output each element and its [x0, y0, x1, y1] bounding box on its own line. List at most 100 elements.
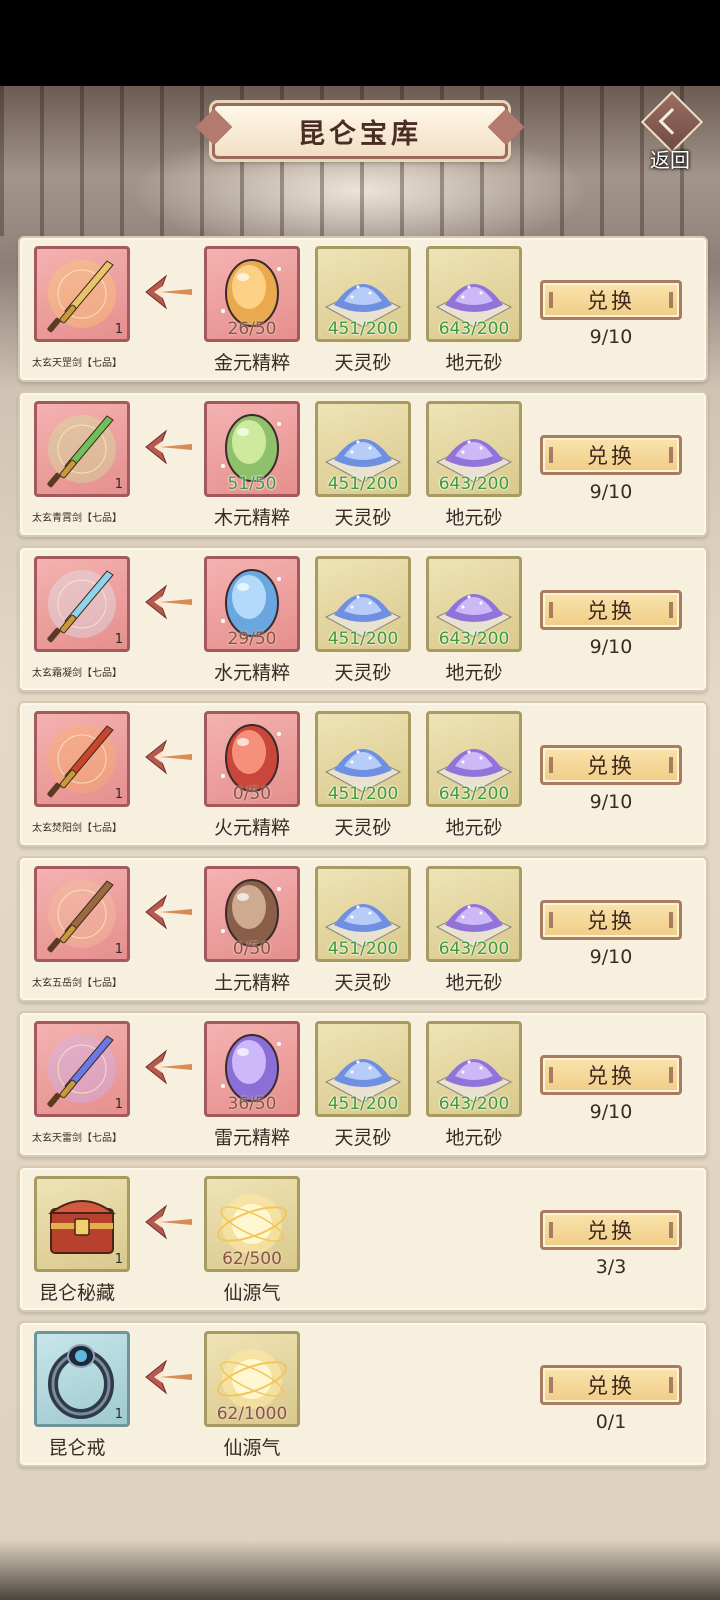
exchange-limit: 9/10	[589, 791, 633, 813]
material-slot[interactable]: 643/200	[426, 246, 522, 342]
title-plate: 昆仑宝库	[212, 103, 508, 159]
material-slot[interactable]: 0/50	[204, 866, 300, 962]
material-count: 0/50	[232, 939, 272, 959]
material-count: 451/200	[327, 784, 399, 804]
exchange-row: 1 太玄霜凝剑【七品】 29/50 水元精粹 451/200 天灵砂 643/200 地…	[18, 546, 708, 692]
material-slot[interactable]: 451/200	[315, 401, 411, 497]
material-name: 地元砂	[445, 1127, 503, 1149]
material-slot[interactable]: 451/200	[315, 556, 411, 652]
status-bar	[0, 0, 720, 86]
material-slot[interactable]: 451/200	[315, 1021, 411, 1117]
exchange-row: 1 昆仑秘藏 62/500 仙源气 兑换 3/3	[18, 1166, 708, 1312]
material-name: 天灵砂	[334, 817, 392, 839]
material-name: 木元精粹	[213, 507, 290, 529]
material-slot[interactable]: 643/200	[426, 556, 522, 652]
material-slot[interactable]: 643/200	[426, 1021, 522, 1117]
material-name: 地元砂	[445, 352, 503, 374]
material-name: 土元精粹	[213, 972, 290, 994]
exchange-arrow-icon	[144, 1357, 194, 1397]
product-name: 昆仑戒	[48, 1437, 106, 1459]
exchange-button[interactable]: 兑换	[540, 900, 682, 940]
exchange-row: 1 昆仑戒 62/1000 仙源气 兑换 0/1	[18, 1321, 708, 1467]
material-name: 天灵砂	[334, 1127, 392, 1149]
exchange-arrow-icon	[144, 1202, 194, 1242]
material-name: 地元砂	[445, 662, 503, 684]
product-slot[interactable]: 1	[34, 246, 130, 342]
product-name: 太玄霜凝剑【七品】	[32, 668, 122, 679]
material-name: 仙源气	[223, 1282, 281, 1304]
product-slot[interactable]: 1	[34, 711, 130, 807]
product-slot[interactable]: 1	[34, 866, 130, 962]
back-label: 返回	[650, 148, 690, 172]
material-slot[interactable]: 643/200	[426, 711, 522, 807]
exchange-button[interactable]: 兑换	[540, 1055, 682, 1095]
product-name: 太玄五岳剑【七品】	[32, 978, 122, 989]
material-slot[interactable]: 62/500	[204, 1176, 300, 1272]
material-slot[interactable]: 26/50	[204, 246, 300, 342]
material-slot[interactable]: 62/1000	[204, 1331, 300, 1427]
material-name: 天灵砂	[334, 507, 392, 529]
exchange-button[interactable]: 兑换	[540, 590, 682, 630]
exchange-arrow-icon	[144, 1047, 194, 1087]
product-slot[interactable]: 1	[34, 1021, 130, 1117]
material-count: 451/200	[327, 319, 399, 339]
exchange-button[interactable]: 兑换	[540, 745, 682, 785]
exchange-button[interactable]: 兑换	[540, 435, 682, 475]
material-slot[interactable]: 51/50	[204, 401, 300, 497]
material-count: 26/50	[227, 319, 277, 339]
material-count: 62/1000	[216, 1404, 288, 1424]
exchange-limit: 9/10	[589, 946, 633, 968]
product-quantity: 1	[114, 632, 123, 647]
page-title: 昆仑宝库	[298, 118, 422, 150]
material-count: 643/200	[438, 939, 510, 959]
material-count: 451/200	[327, 474, 399, 494]
product-quantity: 1	[114, 477, 123, 492]
product-name: 太玄青霄剑【七品】	[32, 513, 122, 524]
material-count: 643/200	[438, 474, 510, 494]
product-name: 太玄焚阳剑【七品】	[32, 823, 122, 834]
material-slot[interactable]: 643/200	[426, 866, 522, 962]
material-slot[interactable]: 451/200	[315, 246, 411, 342]
exchange-row: 1 太玄青霄剑【七品】 51/50 木元精粹 451/200 天灵砂 643/200 地…	[18, 391, 708, 537]
exchange-limit: 9/10	[589, 481, 633, 503]
material-count: 62/500	[222, 1249, 282, 1269]
exchange-button[interactable]: 兑换	[540, 280, 682, 320]
exchange-button[interactable]: 兑换	[540, 1365, 682, 1405]
material-name: 地元砂	[445, 972, 503, 994]
product-quantity: 1	[114, 942, 123, 957]
material-slot[interactable]: 451/200	[315, 866, 411, 962]
back-button[interactable]: 返回	[638, 90, 712, 172]
material-count: 29/50	[227, 629, 277, 649]
product-quantity: 1	[114, 322, 123, 337]
product-slot[interactable]: 1	[34, 401, 130, 497]
material-slot[interactable]: 36/50	[204, 1021, 300, 1117]
material-count: 0/50	[232, 784, 272, 804]
product-name: 昆仑秘藏	[38, 1282, 115, 1304]
material-slot[interactable]: 451/200	[315, 711, 411, 807]
material-count: 643/200	[438, 319, 510, 339]
material-slot[interactable]: 0/50	[204, 711, 300, 807]
material-slot[interactable]: 643/200	[426, 401, 522, 497]
material-name: 金元精粹	[213, 352, 290, 374]
exchange-row: 1 太玄五岳剑【七品】 0/50 土元精粹 451/200 天灵砂 643/200 地元…	[18, 856, 708, 1002]
product-slot[interactable]: 1	[34, 1331, 130, 1427]
exchange-limit: 3/3	[595, 1256, 627, 1278]
exchange-limit: 0/1	[595, 1411, 627, 1433]
exchange-limit: 9/10	[589, 636, 633, 658]
material-name: 天灵砂	[334, 662, 392, 684]
material-name: 地元砂	[445, 507, 503, 529]
material-slot[interactable]: 29/50	[204, 556, 300, 652]
material-name: 天灵砂	[334, 972, 392, 994]
exchange-button[interactable]: 兑换	[540, 1210, 682, 1250]
exchange-limit: 9/10	[589, 326, 633, 348]
material-name: 地元砂	[445, 817, 503, 839]
material-count: 36/50	[227, 1094, 277, 1114]
material-name: 天灵砂	[334, 352, 392, 374]
material-count: 51/50	[227, 474, 277, 494]
product-slot[interactable]: 1	[34, 1176, 130, 1272]
material-count: 643/200	[438, 1094, 510, 1114]
exchange-arrow-icon	[144, 737, 194, 777]
material-name: 雷元精粹	[213, 1127, 290, 1149]
material-name: 仙源气	[223, 1437, 281, 1459]
product-slot[interactable]: 1	[34, 556, 130, 652]
